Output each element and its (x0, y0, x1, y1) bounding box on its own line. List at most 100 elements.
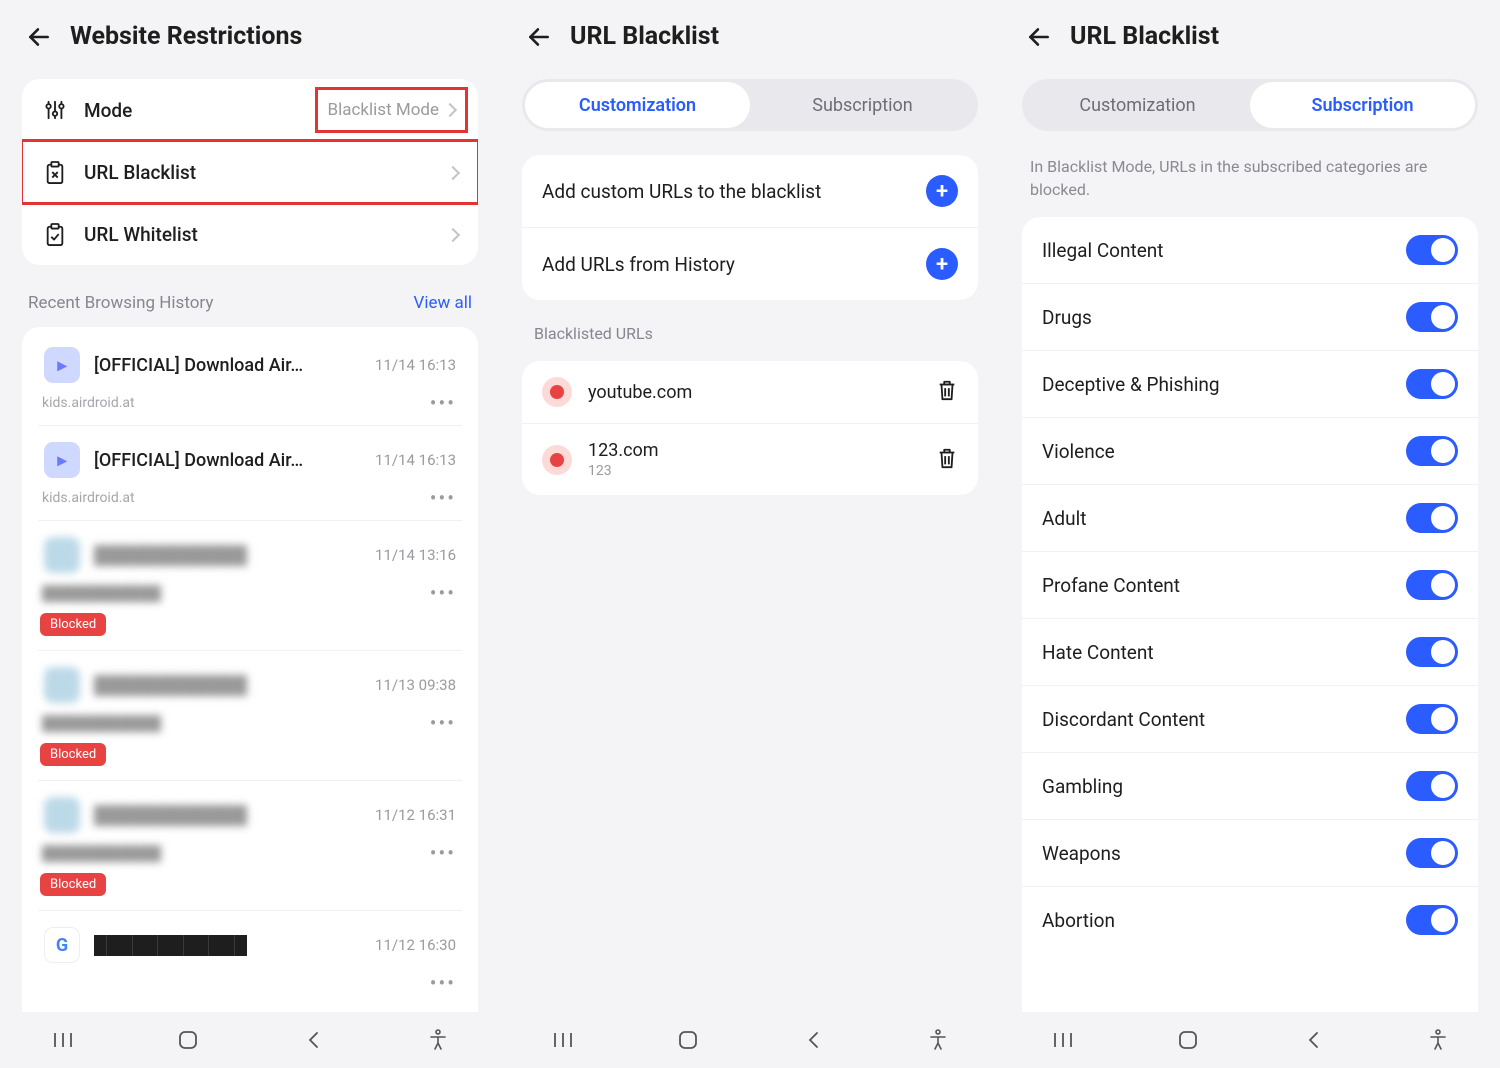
toggle-switch[interactable] (1406, 436, 1458, 466)
add-actions-card: Add custom URLs to the blacklist + Add U… (522, 155, 978, 300)
blocked-badge: Blocked (40, 613, 106, 636)
history-url: ████████████ (42, 715, 161, 732)
category-row: Violence (1022, 417, 1478, 484)
category-label: Deceptive & Phishing (1042, 373, 1392, 396)
mode-value: Blacklist Mode (328, 100, 439, 120)
accessibility-icon[interactable] (421, 1029, 455, 1051)
add-history-url-row[interactable]: Add URLs from History + (522, 227, 978, 300)
home-icon[interactable] (1171, 1029, 1205, 1051)
more-icon[interactable]: ••• (430, 711, 460, 735)
history-item[interactable]: ████████████11/12 16:31████████████•••Bl… (40, 781, 460, 911)
toggle-switch[interactable] (1406, 771, 1458, 801)
subscription-description: In Blacklist Mode, URLs in the subscribe… (1000, 145, 1500, 207)
plus-icon[interactable]: + (926, 248, 958, 280)
toggle-switch[interactable] (1406, 637, 1458, 667)
category-label: Illegal Content (1042, 239, 1392, 262)
category-label: Drugs (1042, 306, 1392, 329)
history-item[interactable]: ████████████11/14 13:16████████████•••Bl… (40, 521, 460, 651)
accessibility-icon[interactable] (921, 1029, 955, 1051)
history-url: kids.airdroid.at (42, 490, 135, 506)
panel-blacklist-subscription: URL Blacklist Customization Subscription… (1000, 0, 1500, 1068)
category-row: Abortion (1022, 886, 1478, 953)
home-icon[interactable] (171, 1029, 205, 1051)
category-row: Hate Content (1022, 618, 1478, 685)
toggle-switch[interactable] (1406, 905, 1458, 935)
category-label: Profane Content (1042, 574, 1392, 597)
history-item[interactable]: ▸[OFFICIAL] Download Air…11/14 16:13kids… (40, 426, 460, 521)
chevron-right-icon (446, 165, 460, 179)
url-subtext: 123 (588, 463, 920, 479)
tab-customization[interactable]: Customization (525, 82, 750, 128)
back-icon[interactable] (1026, 24, 1052, 50)
blacklist-label: URL Blacklist (84, 161, 426, 184)
panel-website-restrictions: Website Restrictions Mode Blacklist Mode… (0, 0, 500, 1068)
toggle-switch[interactable] (1406, 704, 1458, 734)
back-nav-icon[interactable] (296, 1031, 330, 1049)
history-title: ████████████ (94, 805, 247, 826)
view-all-link[interactable]: View all (414, 293, 472, 313)
page-title: Website Restrictions (70, 22, 302, 51)
category-row: Gambling (1022, 752, 1478, 819)
settings-card: Mode Blacklist Mode URL Blacklist URL Wh… (22, 79, 478, 265)
add-custom-url-row[interactable]: Add custom URLs to the blacklist + (522, 155, 978, 227)
blacklisted-url-row[interactable]: 123.com123 (522, 423, 978, 495)
recents-icon[interactable] (546, 1031, 580, 1049)
category-label: Gambling (1042, 775, 1392, 798)
history-time: 11/13 09:38 (375, 676, 456, 694)
home-icon[interactable] (671, 1029, 705, 1051)
mode-row[interactable]: Mode Blacklist Mode (22, 79, 478, 141)
history-item[interactable]: ▸[OFFICIAL] Download Air…11/14 16:13kids… (40, 331, 460, 426)
chevron-right-icon (443, 103, 457, 117)
back-nav-icon[interactable] (796, 1031, 830, 1049)
category-row: Weapons (1022, 819, 1478, 886)
category-row: Drugs (1022, 283, 1478, 350)
remove-icon (542, 445, 572, 475)
trash-icon[interactable] (936, 378, 958, 406)
category-label: Discordant Content (1042, 708, 1392, 731)
blacklisted-url-row[interactable]: youtube.com (522, 361, 978, 423)
history-time: 11/12 16:31 (375, 806, 456, 824)
more-icon[interactable]: ••• (430, 486, 460, 510)
tab-subscription[interactable]: Subscription (1250, 82, 1475, 128)
more-icon[interactable]: ••• (430, 971, 460, 995)
blocked-badge: Blocked (40, 873, 106, 896)
toggle-switch[interactable] (1406, 570, 1458, 600)
toggle-switch[interactable] (1406, 235, 1458, 265)
category-row: Profane Content (1022, 551, 1478, 618)
more-icon[interactable]: ••• (430, 841, 460, 865)
history-item[interactable]: G████████████11/12 16:30••• (40, 911, 460, 995)
history-time: 11/14 16:13 (375, 356, 456, 374)
url-blacklist-row[interactable]: URL Blacklist (22, 141, 478, 203)
recent-history-label: Recent Browsing History View all (0, 275, 500, 321)
page-title: URL Blacklist (1070, 22, 1219, 51)
tab-customization[interactable]: Customization (1025, 82, 1250, 128)
back-nav-icon[interactable] (1296, 1031, 1330, 1049)
more-icon[interactable]: ••• (430, 581, 460, 605)
header: URL Blacklist (500, 0, 1000, 69)
recents-icon[interactable] (46, 1031, 80, 1049)
toggle-switch[interactable] (1406, 838, 1458, 868)
toggle-switch[interactable] (1406, 369, 1458, 399)
history-list: ▸[OFFICIAL] Download Air…11/14 16:13kids… (22, 327, 478, 1062)
sliders-icon (42, 99, 68, 121)
toggle-switch[interactable] (1406, 302, 1458, 332)
history-title: [OFFICIAL] Download Air… (94, 355, 303, 376)
add-custom-label: Add custom URLs to the blacklist (542, 180, 912, 203)
history-title: ████████████ (94, 545, 247, 566)
segmented-control: Customization Subscription (1022, 79, 1478, 131)
url-whitelist-row[interactable]: URL Whitelist (22, 203, 478, 265)
trash-icon[interactable] (936, 446, 958, 474)
recents-icon[interactable] (1046, 1031, 1080, 1049)
accessibility-icon[interactable] (1421, 1029, 1455, 1051)
more-icon[interactable]: ••• (430, 391, 460, 415)
toggle-switch[interactable] (1406, 503, 1458, 533)
category-row: Discordant Content (1022, 685, 1478, 752)
back-icon[interactable] (26, 24, 52, 50)
panel-blacklist-custom: URL Blacklist Customization Subscription… (500, 0, 1000, 1068)
blacklisted-urls-label: Blacklisted URLs (500, 310, 1000, 351)
plus-icon[interactable]: + (926, 175, 958, 207)
history-time: 11/14 16:13 (375, 451, 456, 469)
history-item[interactable]: ████████████11/13 09:38████████████•••Bl… (40, 651, 460, 781)
tab-subscription[interactable]: Subscription (750, 82, 975, 128)
back-icon[interactable] (526, 24, 552, 50)
